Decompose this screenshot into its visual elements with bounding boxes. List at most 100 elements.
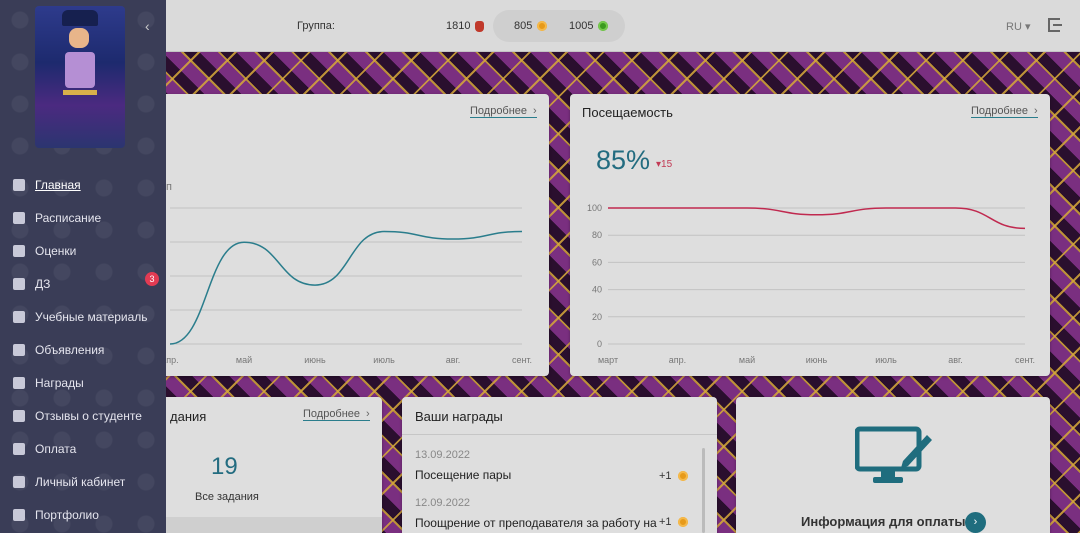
diamonds-stat: 1810 — [446, 20, 485, 32]
books-icon — [13, 310, 25, 323]
diamonds-value: 1810 — [446, 20, 471, 32]
sidebar-item-payment[interactable]: Оплата — [0, 432, 166, 465]
series-line — [169, 230, 523, 345]
sidebar-item-label: Оценки — [35, 243, 77, 258]
payment-go-button[interactable]: › — [965, 512, 986, 533]
homework-badge: 3 — [145, 272, 159, 286]
y-tick-label: 20 — [592, 312, 602, 322]
y-tick-label: 80 — [592, 230, 602, 240]
sidebar-item-portfolio[interactable]: Портфолио — [0, 498, 166, 531]
y-tick-label: 0 — [597, 339, 602, 349]
award-date: 13.09.2022 — [415, 449, 471, 461]
bell-icon — [13, 343, 25, 356]
sidebar-item-feedback[interactable]: Отзывы о студенте — [0, 399, 166, 432]
tasks-card: дания Подробнее › — [160, 397, 382, 533]
award-name: Посещение пары — [415, 468, 512, 482]
tasks-title: дания — [170, 409, 207, 424]
calendar-icon — [13, 211, 25, 224]
grades-icon — [13, 244, 25, 257]
series-line — [608, 207, 1026, 230]
tasks-label: Все задания — [195, 491, 259, 503]
awards-title: Ваши награды — [415, 409, 503, 424]
attendance-percent: 85% — [596, 145, 651, 175]
coins-value: 805 — [514, 20, 533, 32]
sidebar-item-announcements[interactable]: Объявления — [0, 333, 166, 366]
sidebar-item-label: Расписание — [35, 210, 102, 225]
award-date: 12.09.2022 — [415, 497, 471, 509]
attendance-chart: 100 80 60 40 20 0 март апр. май июнь июль авг. сент. — [587, 203, 1035, 365]
group-label: Группа: — [297, 20, 335, 32]
sidebar-item-label: Награды — [35, 375, 84, 390]
feedback-icon — [13, 409, 25, 422]
award-points-value: +1 — [659, 470, 672, 482]
profile-icon — [13, 475, 25, 488]
briefcase-icon — [13, 508, 25, 521]
sidebar-item-label: Учебные материаль — [35, 309, 148, 324]
payment-icon — [13, 442, 25, 455]
progress-chart: апр. май июнь июль авг. сент. — [161, 207, 532, 365]
sidebar-item-schedule[interactable]: Расписание — [0, 201, 166, 234]
y-tick-label: 100 — [587, 203, 602, 213]
award-points: +1 — [659, 470, 688, 482]
x-tick-label: авг. — [446, 355, 460, 365]
sidebar-nav: Главная Расписание Оценки ДЗ Учебные мат… — [0, 168, 166, 531]
x-tick-label: май — [236, 355, 252, 365]
gems-stat: 1005 — [569, 20, 609, 32]
x-tick-label: апр. — [669, 355, 686, 365]
x-tick-label: июнь — [806, 355, 828, 365]
y-tick-label: 40 — [592, 285, 602, 295]
sidebar-item-label: ДЗ — [35, 276, 51, 291]
tasks-count: 19 — [211, 453, 238, 480]
sidebar-item-label: Отзывы о студенте — [35, 408, 142, 423]
award-item: 12.09.2022 Поощрение от преподавателя за… — [415, 497, 657, 530]
coin-icon — [537, 21, 548, 31]
tasks-more-label: Подробнее — [303, 408, 361, 420]
sidebar-item-profile[interactable]: Личный кабинет — [0, 465, 166, 498]
gems-value: 1005 — [569, 20, 594, 32]
money-bag-icon — [475, 20, 485, 32]
awards-divider — [402, 434, 717, 435]
bar-chart-icon — [13, 178, 25, 191]
tasks-more-link[interactable]: Подробнее › — [303, 408, 370, 421]
sidebar: ‹ Главная Расписание Оценки ДЗ Учебные м… — [0, 0, 166, 533]
award-name: Поощрение от преподавателя за работу на — [415, 516, 657, 530]
x-tick-label: май — [739, 355, 755, 365]
sidebar-item-grades[interactable]: Оценки — [0, 234, 166, 267]
sidebar-item-home[interactable]: Главная — [0, 168, 166, 201]
sidebar-item-label: Оплата — [35, 441, 77, 456]
coin-icon — [677, 517, 688, 527]
sidebar-item-label: Объявления — [35, 342, 105, 357]
monitor-icon — [855, 426, 932, 483]
x-tick-label: сент. — [512, 355, 532, 365]
sidebar-item-homework[interactable]: ДЗ — [0, 267, 166, 300]
coin-icon — [677, 471, 688, 481]
payment-info-label: Информация для оплаты — [801, 514, 966, 529]
coins-stat: 805 — [514, 20, 548, 32]
language-value: RU — [1006, 21, 1022, 33]
tasks-card-footer — [160, 517, 382, 533]
sidebar-item-label: Личный кабинет — [35, 474, 126, 489]
x-tick-label: июль — [373, 355, 395, 365]
sidebar-item-label: Портфолио — [35, 507, 99, 522]
awards-scrollbar[interactable] — [702, 448, 705, 533]
logout-icon[interactable] — [1048, 18, 1062, 32]
sidebar-item-label: Главная — [35, 177, 81, 192]
progress-card: Подробнее › п апр. май июнь июль авг. сент. — [160, 94, 549, 376]
y-tick-label: 60 — [592, 257, 602, 267]
award-points-value: +1 — [659, 516, 672, 528]
avatar[interactable] — [35, 6, 125, 148]
collapse-sidebar-button[interactable]: ‹ — [145, 18, 150, 34]
x-tick-label: март — [598, 355, 618, 365]
attendance-card: Посещаемость Подробнее › 100 80 60 40 20 0 март… — [570, 94, 1050, 376]
x-tick-label: авг. — [948, 355, 962, 365]
sidebar-item-awards[interactable]: Награды — [0, 366, 166, 399]
trophy-icon — [13, 376, 25, 389]
homework-icon — [13, 277, 25, 290]
x-tick-label: июнь — [304, 355, 326, 365]
attendance-delta: ▾15 — [656, 159, 673, 170]
x-tick-label: сент. — [1015, 355, 1035, 365]
gem-icon — [598, 21, 609, 31]
language-select[interactable]: RU ▾ — [1006, 20, 1030, 33]
award-points: +1 — [659, 516, 688, 528]
sidebar-item-materials[interactable]: Учебные материаль — [0, 300, 166, 333]
